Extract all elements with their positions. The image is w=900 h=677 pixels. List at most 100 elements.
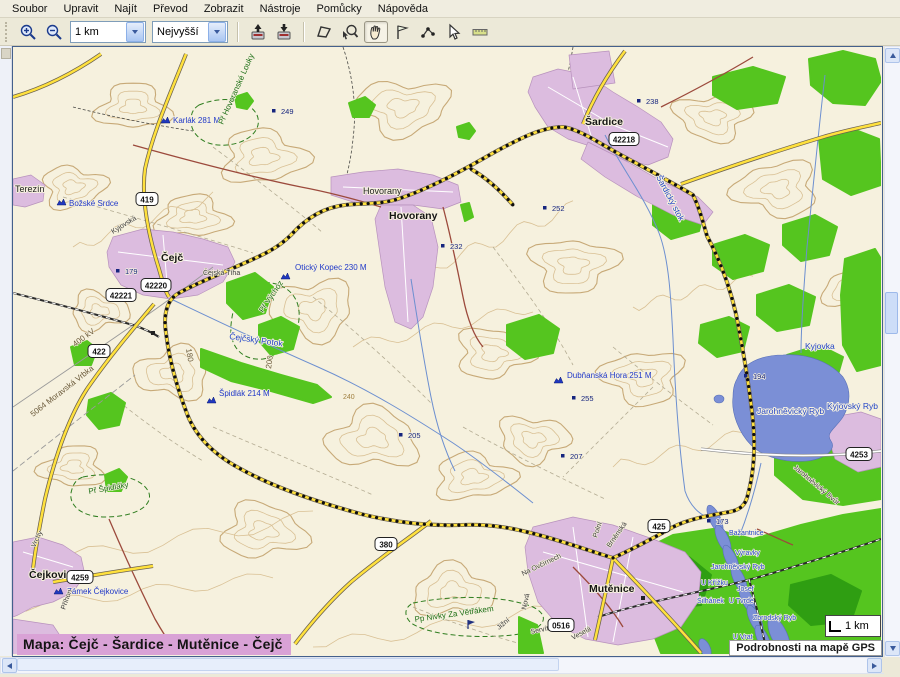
scroll-right-button[interactable] xyxy=(867,658,882,673)
toolbar-separator xyxy=(303,22,305,42)
device-download-icon xyxy=(275,23,293,41)
map-label: Karlák 281 M xyxy=(173,116,220,125)
menu-najit[interactable]: Najít xyxy=(106,2,145,16)
menu-nastroje[interactable]: Nástroje xyxy=(252,2,309,16)
scale-label: 1 km xyxy=(845,620,869,632)
map-label: 232 xyxy=(450,242,463,251)
map-label: 249 xyxy=(281,107,294,116)
hand-icon xyxy=(367,23,385,41)
map-label: Hovorany xyxy=(363,186,402,196)
map-label: Jarohněvský Ryb xyxy=(711,564,765,571)
map-label: 255 xyxy=(581,394,594,403)
map-label: 179 xyxy=(125,267,138,276)
toolbar-separator xyxy=(237,22,239,42)
map-label: Šardice xyxy=(585,115,623,128)
arrow-up-icon xyxy=(890,53,896,58)
map-label: 252 xyxy=(552,204,565,213)
ruler-icon xyxy=(471,23,489,41)
svg-text:4259: 4259 xyxy=(71,574,89,583)
menu-bar: Soubor Upravit Najít Převod Zobrazit Nás… xyxy=(0,0,900,18)
receive-from-gps-button[interactable] xyxy=(272,21,296,43)
arrow-right-icon xyxy=(872,663,877,669)
map-select-tool-button[interactable] xyxy=(312,21,336,43)
menu-upravit[interactable]: Upravit xyxy=(55,2,106,16)
menu-pomucky[interactable]: Pomůcky xyxy=(309,2,370,16)
map-label: 238 xyxy=(646,97,659,106)
map-label: Bažantnice xyxy=(729,530,764,537)
map-label: Výravky xyxy=(735,550,760,557)
map-label: Hovorany xyxy=(389,210,438,222)
map-label: Josef xyxy=(737,586,754,593)
left-scroll-strip[interactable] xyxy=(0,46,12,656)
map-label: 194 xyxy=(753,372,766,381)
svg-text:425: 425 xyxy=(652,523,666,532)
map-label: Terezín xyxy=(15,184,45,194)
gps-details-badge: Podrobnosti na mapě GPS xyxy=(729,640,882,656)
map-label: Jarohněvický Ryb xyxy=(757,406,824,416)
measure-tool-button[interactable] xyxy=(468,21,492,43)
map-scale-select[interactable]: 1 km xyxy=(70,21,146,43)
chevron-down-icon xyxy=(214,30,220,34)
app-window: Soubor Upravit Najít Převod Zobrazit Nás… xyxy=(0,0,900,677)
menu-soubor[interactable]: Soubor xyxy=(4,2,55,16)
menu-zobrazit[interactable]: Zobrazit xyxy=(196,2,252,16)
cursor-arrow-icon xyxy=(445,23,463,41)
map-viewport[interactable]: ŠardiceHovoranyHovoranyČejčMutěniceČejko… xyxy=(12,46,883,657)
svg-text:42220: 42220 xyxy=(145,282,168,291)
map-label: U Křížku xyxy=(701,580,728,587)
scrollbar-corner xyxy=(882,657,899,673)
map-label: 200 xyxy=(264,354,275,369)
menu-napoveda[interactable]: Nápověda xyxy=(370,2,436,16)
map-name-banner: Mapa: Čejč - Šardice - Mutěnice - Čejč xyxy=(17,634,291,655)
toolbar-handle[interactable] xyxy=(5,22,12,42)
topo-map[interactable]: ŠardiceHovoranyHovoranyČejčMutěniceČejko… xyxy=(13,47,881,654)
chevron-down-icon xyxy=(132,30,138,34)
device-upload-icon xyxy=(249,23,267,41)
magnifier-plus-icon xyxy=(19,23,37,41)
map-label: Kyjovka xyxy=(805,341,835,351)
zoom-tool-button[interactable] xyxy=(338,21,362,43)
detail-level-value: Nejvyšší xyxy=(153,26,207,38)
flag-icon xyxy=(393,23,411,41)
menu-prevod[interactable]: Převod xyxy=(145,2,196,16)
selection-tool-button[interactable] xyxy=(442,21,466,43)
map-label: Čejč xyxy=(161,251,183,264)
scroll-left-button[interactable] xyxy=(2,658,17,673)
svg-text:42218: 42218 xyxy=(613,136,636,145)
vertical-scrollbar[interactable] xyxy=(884,46,900,658)
vertical-scrollbar-thumb[interactable] xyxy=(885,292,898,334)
left-strip-thumb[interactable] xyxy=(1,48,11,59)
map-label: Špidlák 214 M xyxy=(219,389,270,398)
map-label: Zámek Čejkovice xyxy=(67,587,129,596)
route-tool-button[interactable] xyxy=(416,21,440,43)
detail-level-select[interactable]: Nejvyšší xyxy=(152,21,228,43)
scale-indicator: 1 km xyxy=(825,615,881,637)
arrow-left-icon xyxy=(7,663,12,669)
svg-text:42221: 42221 xyxy=(110,292,133,301)
horizontal-scrollbar-thumb[interactable] xyxy=(17,658,559,671)
magnifier-arrow-icon xyxy=(341,23,359,41)
arrow-down-icon xyxy=(890,646,896,651)
magnifier-minus-icon xyxy=(45,23,63,41)
map-label: Božské Srdce xyxy=(69,199,119,208)
map-label: Dubňanská Hora 251 M xyxy=(567,371,652,380)
waypoint-tool-button[interactable] xyxy=(390,21,414,43)
map-label: 240 xyxy=(343,394,355,401)
detail-level-dropdown-button[interactable] xyxy=(208,22,226,42)
svg-text:0516: 0516 xyxy=(552,622,570,631)
hand-tool-button[interactable] xyxy=(364,21,388,43)
svg-text:419: 419 xyxy=(140,196,154,205)
toolbar: 1 km Nejvyšší xyxy=(0,18,900,46)
route-points-icon xyxy=(419,23,437,41)
scroll-up-button[interactable] xyxy=(885,48,900,63)
map-label: Čejská Tíha xyxy=(203,268,240,277)
map-region-icon xyxy=(315,23,333,41)
zoom-out-button[interactable] xyxy=(42,21,66,43)
map-label: 173 xyxy=(716,517,729,526)
map-label: Zbrodský Ryb xyxy=(753,615,796,622)
zoom-in-button[interactable] xyxy=(16,21,40,43)
map-label: Otický Kopec 230 M xyxy=(295,263,367,272)
scroll-down-button[interactable] xyxy=(885,641,900,656)
map-scale-dropdown-button[interactable] xyxy=(126,22,144,42)
send-to-gps-button[interactable] xyxy=(246,21,270,43)
